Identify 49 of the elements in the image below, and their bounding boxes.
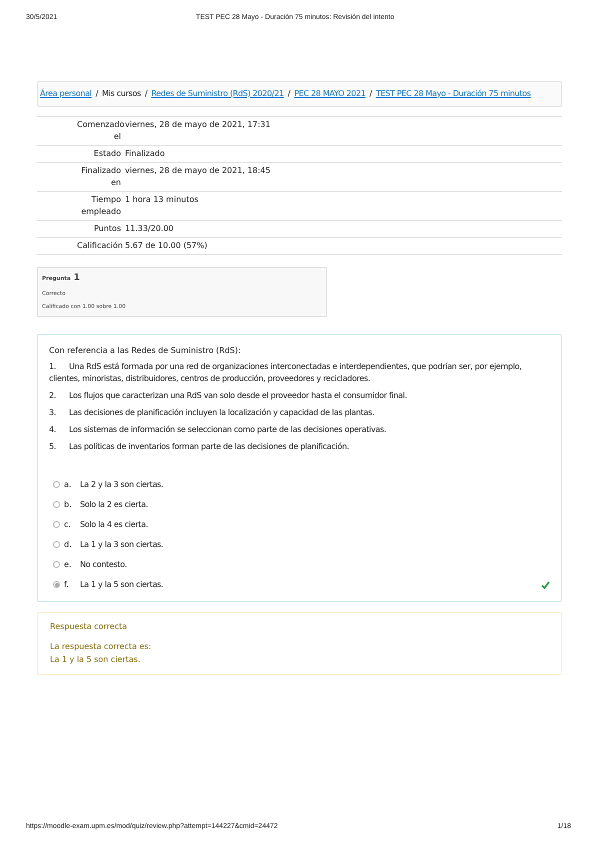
option-text: La 1 y la 5 son ciertas.: [80, 578, 164, 590]
breadcrumb-separator: /: [288, 88, 290, 100]
summary-label: Puntos: [92, 222, 122, 234]
option-letter: c.: [64, 518, 72, 530]
statement-text: 2. Los flujos que caracterizan una RdS van solo desde el proveedor hasta el consumidor final.: [49, 390, 408, 402]
option-letter: a.: [64, 478, 72, 490]
statement-text: 3. Las decisiones de planificación incluyen la localización y capacidad de las plantas.: [49, 406, 376, 418]
feedback-lead: La respuesta correcta es:: [50, 640, 152, 652]
option-letter: e.: [64, 558, 72, 570]
summary-value: 1 hora 13 minutos: [125, 194, 198, 206]
breadcrumb-separator: /: [144, 88, 148, 100]
radio-button[interactable]: [53, 581, 60, 588]
statement-text: 1. Una RdS está formada por una red de organizaciones interconectadas e interdependientes, que podrían ser, por ejemplo, clientes, minoristas, distribuidores, centros de producción, proveedores y recicladores.: [49, 360, 523, 384]
option-text: Solo la 4 es cierta.: [80, 518, 149, 530]
option-letter: f.: [64, 578, 70, 590]
option-text: No contesto.: [80, 558, 128, 570]
question-intro: Con referencia a las Redes de Suministro (RdS):: [49, 344, 242, 356]
statement-text: 4. Los sistemas de información se seleccionan como parte de las decisiones operativas.: [49, 424, 388, 436]
summary-value: 11.33/20.00: [125, 222, 174, 234]
breadcrumb-link[interactable]: PEC 28 MAYO 2021: [294, 88, 366, 100]
summary-value: Finalizado: [125, 148, 165, 160]
option-text: La 1 y la 3 son ciertas.: [80, 538, 164, 550]
radio-button[interactable]: [53, 501, 60, 508]
breadcrumb-link[interactable]: Redes de Suministro (RdS) 2020/21: [151, 88, 284, 100]
statement-text: 5. Las políticas de inventarios forman parte de las decisiones de planificación.: [49, 440, 350, 452]
summary-label: Calificación: [76, 240, 124, 252]
option-text: Solo la 2 es cierta.: [80, 498, 149, 510]
option-letter: b.: [64, 498, 73, 510]
summary-value: viernes, 28 de mayo de 2021, 18:45: [125, 164, 270, 177]
radio-button[interactable]: [53, 541, 60, 548]
summary-value: viernes, 28 de mayo de 2021, 17:31: [125, 118, 270, 131]
feedback-answer: La 1 y la 5 son ciertas.: [50, 654, 142, 666]
summary-label: Estado: [92, 148, 122, 160]
feedback-title: Respuesta correcta: [50, 620, 128, 632]
radio-button[interactable]: [53, 481, 60, 488]
question-number: 1: [74, 272, 80, 284]
breadcrumb-text: Mis cursos: [102, 88, 141, 100]
summary-label: Tiempo empleado: [80, 194, 122, 218]
summary-label: Finalizado en: [80, 164, 122, 188]
summary-value: 5.67 de 10.00 (57%): [125, 240, 208, 252]
breadcrumb-separator: /: [96, 88, 98, 100]
option-text: La 2 y la 3 son ciertas.: [80, 478, 164, 490]
radio-button[interactable]: [53, 521, 60, 528]
summary-label: Comenzado el: [76, 118, 125, 142]
option-letter: d.: [64, 538, 73, 550]
breadcrumb-link[interactable]: TEST PEC 28 Mayo - Duración 75 minutos: [376, 88, 531, 100]
breadcrumb-link[interactable]: Área personal: [40, 88, 92, 100]
radio-button[interactable]: [53, 561, 60, 568]
breadcrumb-separator: /: [370, 88, 372, 100]
